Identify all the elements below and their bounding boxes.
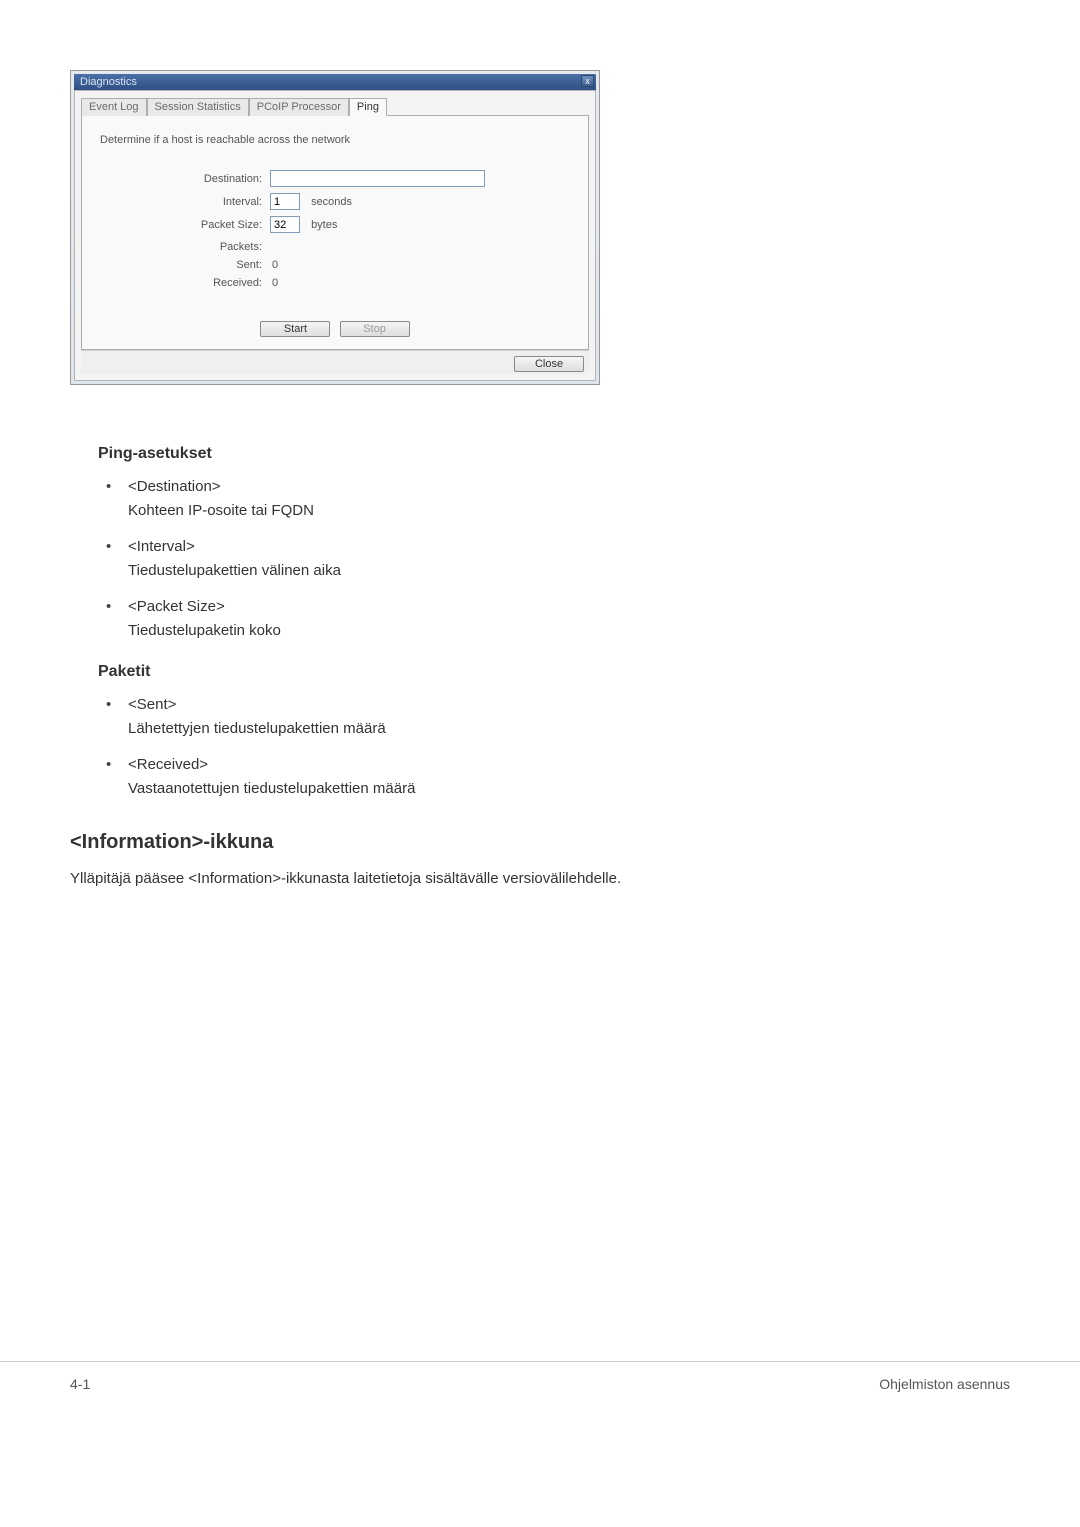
section-paketit-title: Paketit — [98, 663, 1010, 681]
term-destination: <Destination> — [128, 475, 1010, 499]
def-packet-size: Tiedustelupaketin koko — [128, 619, 1010, 643]
term-packet-size: <Packet Size> — [128, 595, 1010, 619]
information-paragraph: Ylläpitäjä pääsee <Information>-ikkunast… — [70, 868, 1010, 891]
sent-label: Sent: — [100, 259, 270, 271]
interval-input[interactable] — [270, 193, 300, 210]
def-interval: Tiedustelupakettien välinen aika — [128, 559, 1010, 583]
packets-label: Packets: — [100, 241, 270, 253]
def-received: Vastaanotettujen tiedustelupakettien mää… — [128, 777, 1010, 801]
list-item: <Sent> Lähetettyjen tiedustelupakettien … — [106, 693, 1010, 741]
information-ikkuna-heading: <Information>-ikkuna — [70, 831, 1010, 854]
dialog-titlebar: Diagnostics x — [74, 74, 596, 90]
tab-session-statistics[interactable]: Session Statistics — [147, 98, 249, 116]
dialog-body: Event Log Session Statistics PCoIP Proce… — [74, 90, 596, 381]
close-button[interactable]: Close — [514, 356, 584, 372]
list-item: <Destination> Kohteen IP-osoite tai FQDN — [106, 475, 1010, 523]
packetsize-label: Packet Size: — [100, 219, 270, 231]
list-item: <Interval> Tiedustelupakettien välinen a… — [106, 535, 1010, 583]
diagnostics-dialog: Diagnostics x Event Log Session Statisti… — [70, 70, 600, 385]
tab-pcoip-processor[interactable]: PCoIP Processor — [249, 98, 349, 116]
tab-ping-body: Determine if a host is reachable across … — [81, 116, 589, 350]
term-interval: <Interval> — [128, 535, 1010, 559]
packetsize-input[interactable] — [270, 216, 300, 233]
tab-row: Event Log Session Statistics PCoIP Proce… — [81, 97, 589, 116]
section-ping-asetukset-title: Ping-asetukset — [98, 445, 1010, 463]
destination-label: Destination: — [100, 173, 270, 185]
ping-settings-list: <Destination> Kohteen IP-osoite tai FQDN… — [98, 475, 1010, 643]
def-destination: Kohteen IP-osoite tai FQDN — [128, 499, 1010, 523]
received-label: Received: — [100, 277, 270, 289]
sent-value: 0 — [270, 259, 278, 271]
packetsize-unit: bytes — [311, 219, 337, 231]
start-button[interactable]: Start — [260, 321, 330, 337]
interval-unit: seconds — [311, 196, 352, 208]
stop-button[interactable]: Stop — [340, 321, 410, 337]
received-value: 0 — [270, 277, 278, 289]
term-received: <Received> — [128, 753, 1010, 777]
close-icon[interactable]: x — [581, 75, 594, 87]
list-item: <Packet Size> Tiedustelupaketin koko — [106, 595, 1010, 643]
term-sent: <Sent> — [128, 693, 1010, 717]
destination-input[interactable] — [270, 170, 485, 187]
dialog-title: Diagnostics — [80, 76, 137, 88]
packets-list: <Sent> Lähetettyjen tiedustelupakettien … — [98, 693, 1010, 801]
tab-ping[interactable]: Ping — [349, 98, 387, 116]
interval-label: Interval: — [100, 196, 270, 208]
footer-page-number: 4-1 — [70, 1376, 90, 1392]
footer-section-title: Ohjelmiston asennus — [879, 1376, 1010, 1392]
page-footer: 4-1 Ohjelmiston asennus — [0, 1361, 1080, 1422]
tab-event-log[interactable]: Event Log — [81, 98, 147, 116]
def-sent: Lähetettyjen tiedustelupakettien määrä — [128, 717, 1010, 741]
list-item: <Received> Vastaanotettujen tiedustelupa… — [106, 753, 1010, 801]
ping-description: Determine if a host is reachable across … — [100, 134, 570, 146]
